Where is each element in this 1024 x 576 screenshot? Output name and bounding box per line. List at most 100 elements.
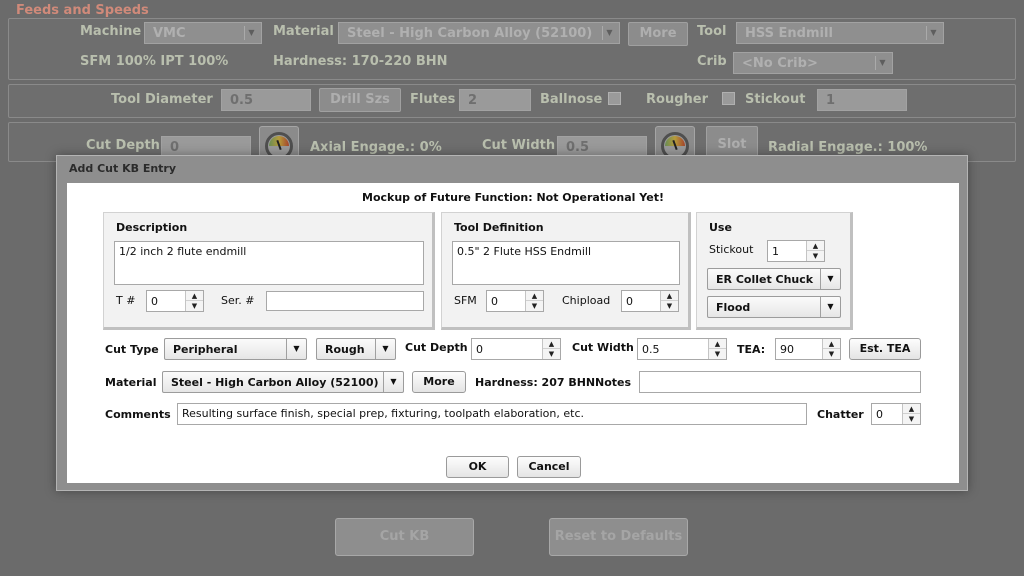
mockup-notice: Mockup of Future Function: Not Operation…	[362, 191, 664, 204]
chipload-label: Chipload	[562, 294, 611, 307]
ballnose-checkbox[interactable]	[608, 92, 621, 105]
chipload-spinner[interactable]: 0 ▲ ▼	[621, 290, 679, 312]
chatter-spinner[interactable]: 0 ▲ ▼	[871, 403, 921, 425]
spin-up-icon[interactable]: ▲	[823, 339, 840, 349]
chevron-down-icon: ▼	[375, 339, 395, 359]
spin-up-icon[interactable]: ▲	[807, 241, 824, 251]
sfm-spinner[interactable]: 0 ▲ ▼	[486, 290, 544, 312]
chevron-down-icon: ▼	[926, 26, 940, 40]
serial-number-label: Ser. #	[221, 294, 255, 307]
flutes-input[interactable]: 2	[459, 89, 531, 111]
spin-down-icon[interactable]: ▼	[526, 301, 543, 311]
hardness-readout: Hardness: 170-220 BHN	[273, 54, 448, 69]
tool-definition-textarea[interactable]: 0.5" 2 Flute HSS Endmill	[452, 241, 680, 285]
dialog-hardness-readout: Hardness: 207 BHN	[475, 376, 596, 389]
use-header: Use	[709, 221, 732, 234]
est-tea-button[interactable]: Est. TEA	[849, 338, 921, 360]
coolant-select[interactable]: Flood ▼	[707, 296, 841, 318]
notes-input[interactable]	[639, 371, 921, 393]
crib-select[interactable]: <No Crib> ▼	[733, 52, 893, 74]
tool-definition-panel: Tool Definition 0.5" 2 Flute HSS Endmill…	[441, 212, 691, 330]
dialog-material-label: Material	[105, 376, 157, 389]
spin-up-icon[interactable]: ▲	[526, 291, 543, 301]
spin-down-icon[interactable]: ▼	[543, 349, 560, 359]
comments-label: Comments	[105, 408, 171, 421]
add-cut-kb-dialog: Add Cut KB Entry Mockup of Future Functi…	[56, 155, 968, 491]
radial-engage-readout: Radial Engage.: 100%	[768, 140, 928, 155]
cut-type-label: Cut Type	[105, 343, 159, 356]
sfm-ipt-readout: SFM 100% IPT 100%	[80, 54, 229, 69]
comments-input[interactable]: Resulting surface finish, special prep, …	[177, 403, 807, 425]
crib-label: Crib	[697, 54, 727, 69]
cut-width-label: Cut Width	[482, 138, 556, 153]
material-label: Material	[273, 24, 334, 39]
dialog-cut-depth-label: Cut Depth	[405, 341, 468, 354]
serial-number-input[interactable]	[266, 291, 424, 311]
holder-select[interactable]: ER Collet Chuck ▼	[707, 268, 841, 290]
chevron-down-icon: ▼	[383, 372, 403, 392]
spin-down-icon[interactable]: ▼	[709, 349, 726, 359]
reset-defaults-button[interactable]: Reset to Defaults	[549, 518, 688, 556]
chatter-label: Chatter	[817, 408, 864, 421]
more-button[interactable]: More	[628, 22, 688, 46]
app-title: Feeds and Speeds	[16, 3, 149, 18]
description-header: Description	[116, 221, 188, 234]
stickout-input[interactable]: 1	[817, 89, 907, 111]
spin-up-icon[interactable]: ▲	[661, 291, 678, 301]
cut-mode-select[interactable]: Rough ▼	[316, 338, 396, 360]
use-panel: Use Stickout 1 ▲ ▼ ER Collet Chuck ▼ Floo…	[696, 212, 853, 330]
tea-label: TEA:	[737, 343, 766, 356]
spin-down-icon[interactable]: ▼	[186, 301, 203, 311]
flutes-label: Flutes	[410, 92, 456, 107]
sfm-label: SFM	[454, 294, 477, 307]
spin-up-icon[interactable]: ▲	[903, 404, 920, 414]
tool-select[interactable]: HSS Endmill ▼	[736, 22, 944, 44]
dialog-material-select[interactable]: Steel - High Carbon Alloy (52100) ▼	[162, 371, 404, 393]
rougher-checkbox[interactable]	[722, 92, 735, 105]
tool-definition-header: Tool Definition	[454, 221, 544, 234]
spin-down-icon[interactable]: ▼	[903, 414, 920, 424]
description-panel: Description 1/2 inch 2 flute endmill T #…	[103, 212, 435, 330]
spin-down-icon[interactable]: ▼	[661, 301, 678, 311]
tool-number-spinner[interactable]: 0 ▲ ▼	[146, 290, 204, 312]
cut-type-select[interactable]: Peripheral ▼	[164, 338, 307, 360]
notes-label: Notes	[595, 376, 632, 389]
stickout-label: Stickout	[745, 92, 806, 107]
tool-diameter-input[interactable]: 0.5	[221, 89, 311, 111]
use-stickout-label: Stickout	[709, 243, 754, 256]
machine-select[interactable]: VMC ▼	[144, 22, 262, 44]
chevron-down-icon: ▼	[602, 26, 616, 40]
drill-sizes-button[interactable]: Drill Szs	[319, 88, 401, 112]
chevron-down-icon: ▼	[820, 297, 840, 317]
use-stickout-spinner[interactable]: 1 ▲ ▼	[767, 240, 825, 262]
tool-number-label: T #	[116, 294, 136, 307]
spin-up-icon[interactable]: ▲	[709, 339, 726, 349]
chevron-down-icon: ▼	[244, 26, 258, 40]
spin-up-icon[interactable]: ▲	[186, 291, 203, 301]
chevron-down-icon: ▼	[286, 339, 306, 359]
chevron-down-icon: ▼	[820, 269, 840, 289]
cut-kb-button[interactable]: Cut KB	[335, 518, 474, 556]
dialog-cut-depth-spinner[interactable]: 0 ▲ ▼	[471, 338, 561, 360]
tool-label: Tool	[697, 24, 727, 39]
chevron-down-icon: ▼	[875, 56, 889, 70]
axial-engage-readout: Axial Engage.: 0%	[310, 140, 442, 155]
dialog-cut-width-label: Cut Width	[572, 341, 634, 354]
spin-down-icon[interactable]: ▼	[823, 349, 840, 359]
spin-down-icon[interactable]: ▼	[807, 251, 824, 261]
material-select[interactable]: Steel - High Carbon Alloy (52100) ▼	[338, 22, 620, 44]
cancel-button[interactable]: Cancel	[517, 456, 581, 478]
tool-diameter-label: Tool Diameter	[111, 92, 213, 107]
ok-button[interactable]: OK	[446, 456, 509, 478]
spin-up-icon[interactable]: ▲	[543, 339, 560, 349]
ballnose-label: Ballnose	[540, 92, 603, 107]
rougher-label: Rougher	[646, 92, 708, 107]
dialog-body: Mockup of Future Function: Not Operation…	[67, 183, 959, 483]
cut-depth-label: Cut Depth	[86, 138, 160, 153]
tea-spinner[interactable]: 90 ▲ ▼	[775, 338, 841, 360]
dialog-title: Add Cut KB Entry	[69, 162, 177, 175]
machine-label: Machine	[80, 24, 142, 39]
dialog-more-button[interactable]: More	[412, 371, 466, 393]
description-textarea[interactable]: 1/2 inch 2 flute endmill	[114, 241, 424, 285]
dialog-cut-width-spinner[interactable]: 0.5 ▲ ▼	[637, 338, 727, 360]
